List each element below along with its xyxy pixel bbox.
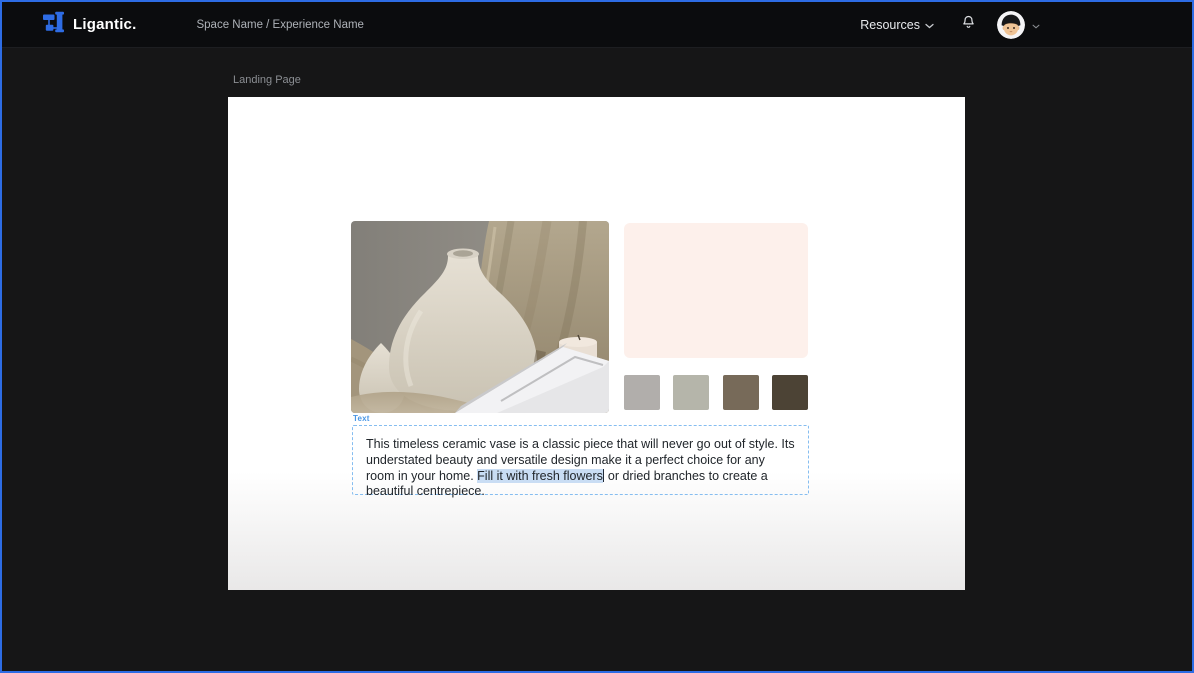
palette-swatch-2[interactable] (673, 375, 709, 410)
top-navbar: Ligantic. Space Name / Experience Name R… (2, 2, 1192, 48)
page-title: Landing Page (233, 74, 301, 86)
product-photo[interactable] (351, 221, 609, 413)
chevron-down-icon (1032, 16, 1040, 34)
color-palette (624, 375, 808, 410)
palette-swatch-3[interactable] (723, 375, 759, 410)
logo-wordmark: Ligantic. (73, 16, 136, 33)
resources-label: Resources (860, 18, 920, 32)
app-window: Ligantic. Space Name / Experience Name R… (0, 0, 1194, 673)
resources-menu-button[interactable]: Resources (860, 18, 934, 32)
ligantic-logo-icon (42, 10, 66, 39)
app-logo[interactable]: Ligantic. (42, 10, 136, 39)
landing-page-canvas[interactable]: Text This timeless ceramic vase is a cla… (228, 97, 965, 590)
chevron-down-icon (925, 18, 934, 32)
hero-color-block[interactable] (624, 223, 808, 358)
notifications-button[interactable] (960, 14, 977, 36)
user-avatar (997, 11, 1025, 39)
navbar-right-cluster: Resources (860, 2, 1040, 48)
bell-icon (960, 14, 977, 36)
user-menu-button[interactable] (997, 11, 1040, 39)
text-element-label: Text (353, 414, 370, 423)
palette-swatch-4[interactable] (772, 375, 808, 410)
breadcrumb[interactable]: Space Name / Experience Name (196, 19, 363, 31)
text-selection: Fill it with fresh flowers (477, 469, 603, 483)
text-editor[interactable]: This timeless ceramic vase is a classic … (352, 425, 809, 495)
palette-swatch-1[interactable] (624, 375, 660, 410)
